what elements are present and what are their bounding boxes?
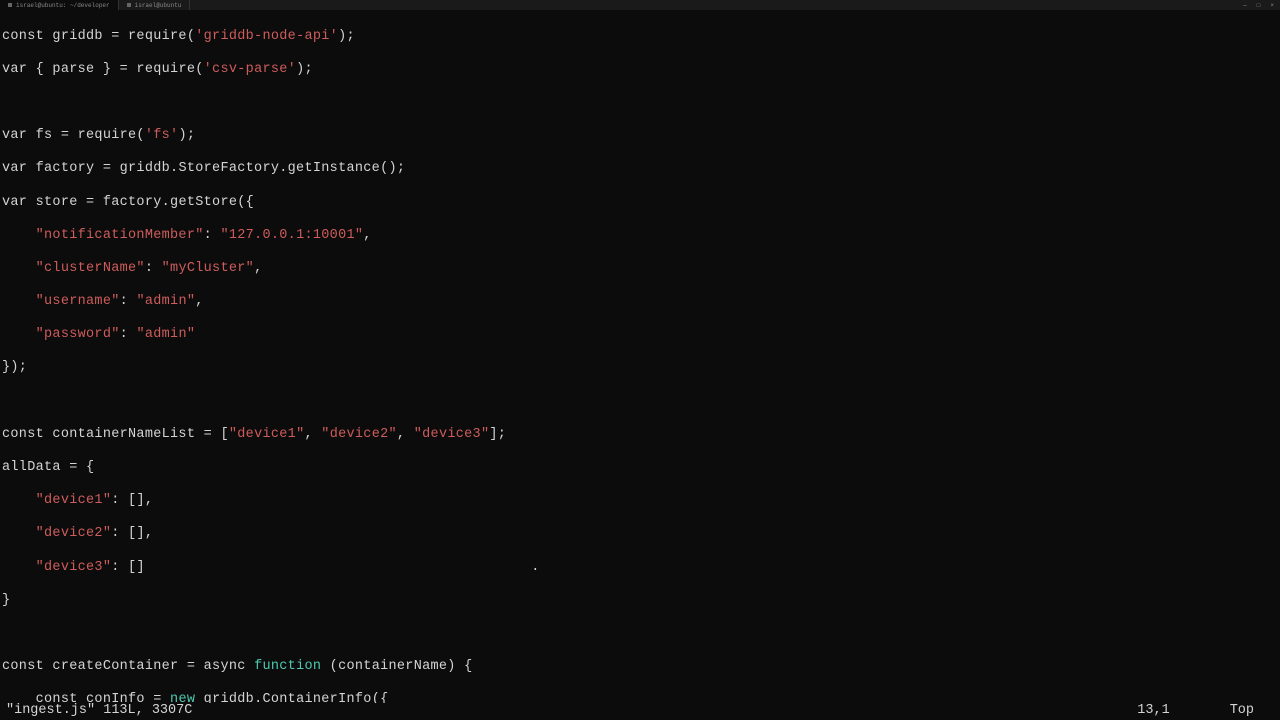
code-line: "device2": [], — [2, 526, 1278, 543]
code-line — [2, 626, 1278, 643]
tab-1[interactable]: israel@ubuntu: ~/developer — [0, 0, 119, 10]
code-line: var fs = require('fs'); — [2, 128, 1278, 145]
minimize-icon[interactable]: — — [1243, 2, 1247, 9]
window-controls: — □ × — [1243, 2, 1280, 9]
code-line: "device3": [] . — [2, 560, 1278, 577]
code-line — [2, 95, 1278, 112]
code-line: "username": "admin", — [2, 294, 1278, 311]
title-bar: israel@ubuntu: ~/developer israel@ubuntu… — [0, 0, 1280, 10]
editor-area[interactable]: const griddb = require('griddb-node-api'… — [0, 10, 1280, 720]
tab-2[interactable]: israel@ubuntu — [119, 0, 191, 10]
code-line: }); — [2, 360, 1278, 377]
status-cursor-pos: 13,1 — [1137, 703, 1169, 718]
code-line: var { parse } = require('csv-parse'); — [2, 62, 1278, 79]
code-line: const containerNameList = ["device1", "d… — [2, 427, 1278, 444]
status-file-info: "ingest.js" 113L, 3307C — [6, 703, 192, 718]
code-line: "device1": [], — [2, 493, 1278, 510]
terminal-icon — [127, 3, 131, 7]
code-line: const createContainer = async function (… — [2, 659, 1278, 676]
code-line: "password": "admin" — [2, 327, 1278, 344]
code-line: "notificationMember": "127.0.0.1:10001", — [2, 228, 1278, 245]
code-line: "clusterName": "myCluster", — [2, 261, 1278, 278]
code-line: const griddb = require('griddb-node-api'… — [2, 29, 1278, 46]
tab-1-label: israel@ubuntu: ~/developer — [16, 2, 110, 9]
cursor-position: . — [145, 560, 540, 575]
maximize-icon[interactable]: □ — [1257, 2, 1261, 9]
terminal-icon — [8, 3, 12, 7]
status-bar: "ingest.js" 113L, 3307C 13,1 Top — [0, 703, 1280, 720]
status-scroll: Top — [1230, 703, 1254, 718]
code-line — [2, 394, 1278, 411]
code-line: var store = factory.getStore({ — [2, 195, 1278, 212]
code-line: var factory = griddb.StoreFactory.getIns… — [2, 161, 1278, 178]
tab-2-label: israel@ubuntu — [135, 2, 182, 9]
close-icon[interactable]: × — [1270, 2, 1274, 9]
code-line: allData = { — [2, 460, 1278, 477]
code-line: } — [2, 593, 1278, 610]
